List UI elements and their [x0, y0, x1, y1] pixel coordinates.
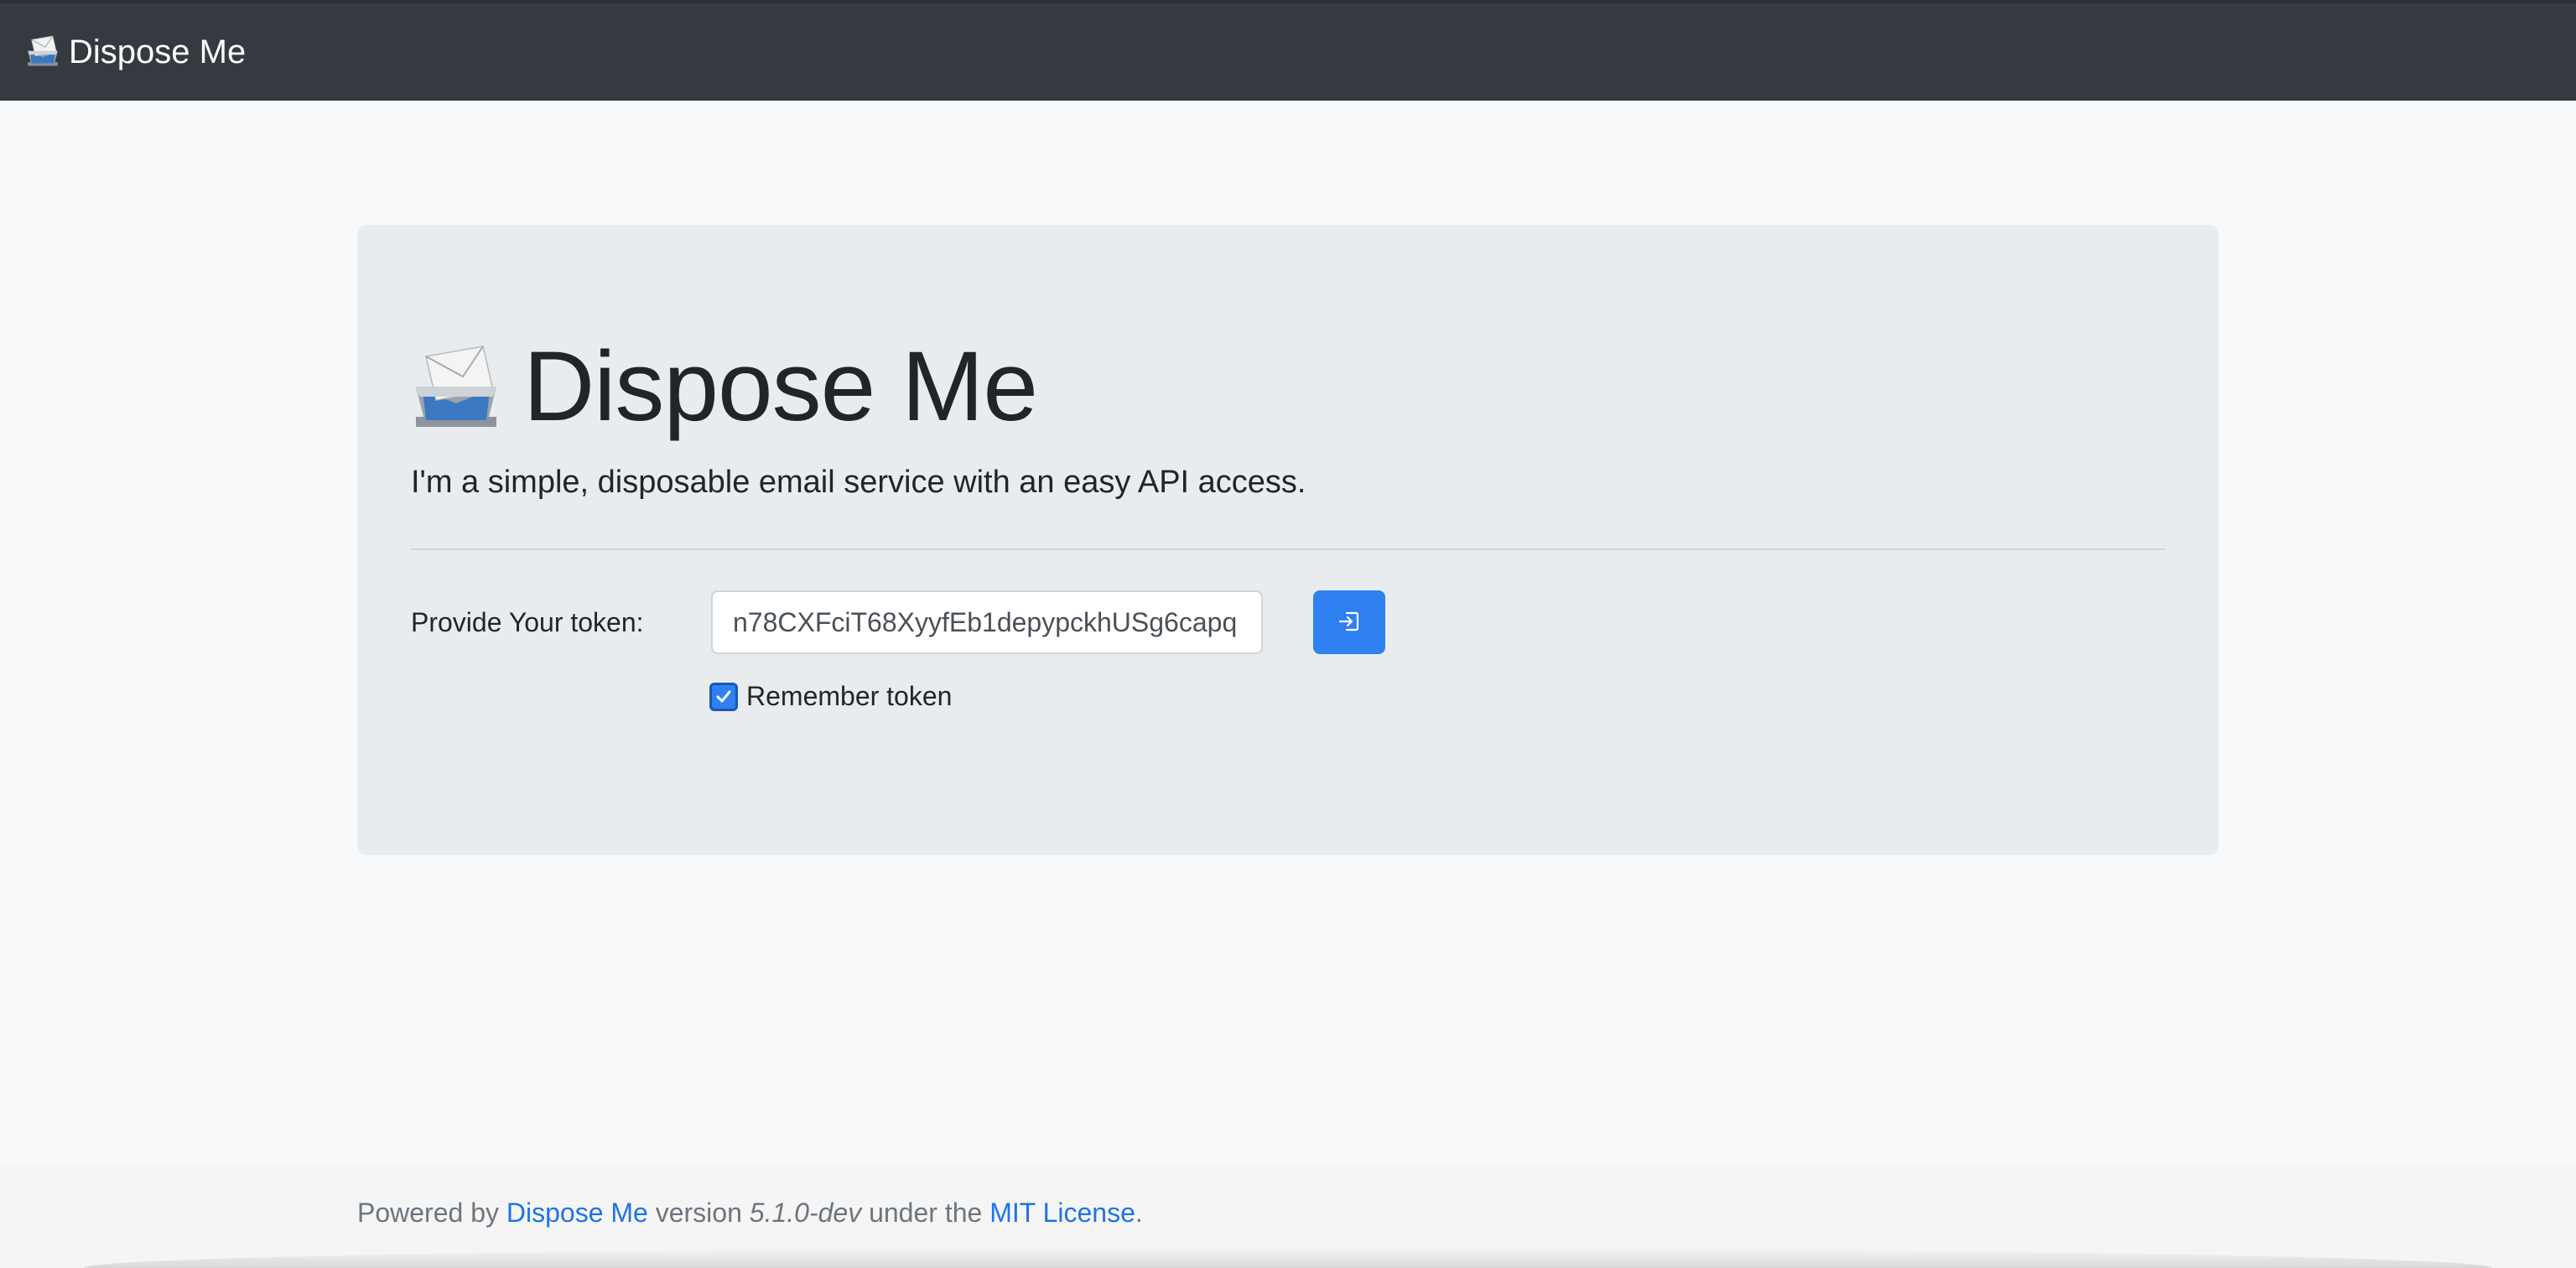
license-link[interactable]: MIT License [989, 1198, 1135, 1228]
token-label: Provide Your token: [411, 607, 644, 637]
footer-powered-by: Powered by [357, 1198, 499, 1228]
footer-version-text: version [655, 1198, 742, 1228]
inbox-tray-icon [409, 339, 503, 435]
footer-text: Powered by Dispose Me version 5.1.0-dev … [357, 1198, 1143, 1229]
footer-under-text: under the [869, 1198, 983, 1228]
remember-token-control[interactable]: Remember token [709, 681, 952, 712]
hero-heading: Dispose Me [409, 331, 1038, 442]
footer-period: . [1135, 1198, 1143, 1228]
remember-token-checkbox[interactable] [709, 682, 738, 711]
brand-label: Dispose Me [69, 33, 247, 70]
divider [411, 548, 2165, 550]
project-link[interactable]: Dispose Me [506, 1198, 648, 1228]
navbar-brand[interactable]: Dispose Me [25, 34, 246, 71]
footer-shadow [84, 1248, 2492, 1268]
footer: Powered by Dispose Me version 5.1.0-dev … [0, 1162, 2576, 1268]
lead-text: I'm a simple, disposable email service w… [411, 465, 1306, 500]
token-input[interactable] [711, 590, 1263, 654]
sign-in-icon [1337, 609, 1362, 637]
navbar: Dispose Me [0, 0, 2576, 101]
inbox-tray-icon [25, 34, 60, 71]
page-title: Dispose Me [523, 331, 1038, 442]
jumbotron: Dispose Me I'm a simple, disposable emai… [357, 225, 2219, 855]
sign-in-button[interactable] [1313, 590, 1385, 654]
version-number: 5.1.0-dev [749, 1198, 862, 1228]
remember-token-label: Remember token [746, 681, 953, 711]
